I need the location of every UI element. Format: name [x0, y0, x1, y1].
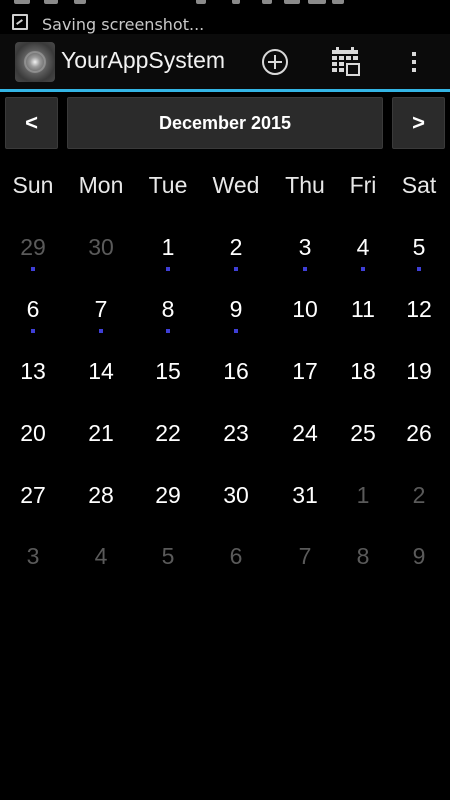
calendar-button[interactable] — [323, 39, 369, 85]
calendar-day[interactable]: 30 — [223, 482, 249, 509]
overflow-menu-button[interactable] — [391, 39, 437, 85]
calendar-day[interactable]: 30 — [88, 234, 114, 261]
calendar-day[interactable]: 9 — [230, 296, 243, 323]
status-icon-fragment — [232, 0, 240, 4]
event-dot — [234, 329, 238, 333]
weekday-label: Sun — [12, 172, 54, 198]
calendar-day[interactable]: 14 — [88, 358, 114, 385]
weekday-label: Sat — [401, 172, 437, 198]
add-button[interactable] — [252, 39, 298, 85]
weekday-label: Thu — [285, 172, 325, 198]
calendar-day[interactable]: 23 — [223, 420, 249, 447]
event-dot — [303, 267, 307, 271]
calendar-day[interactable]: 10 — [292, 296, 318, 323]
calendar-day[interactable]: 9 — [413, 543, 426, 570]
calendar-day[interactable]: 29 — [20, 234, 46, 261]
calendar-day[interactable]: 24 — [292, 420, 318, 447]
signal-icon — [308, 0, 326, 4]
calendar-day[interactable]: 12 — [406, 296, 432, 323]
app-title: YourAppSystem — [61, 47, 226, 73]
calendar-day[interactable]: 1 — [357, 482, 370, 509]
calendar-day[interactable]: 8 — [357, 543, 370, 570]
event-dot — [361, 267, 365, 271]
calendar-day[interactable]: 27 — [20, 482, 46, 509]
calendar-day[interactable]: 7 — [95, 296, 108, 323]
event-dot — [166, 267, 170, 271]
wifi-icon — [284, 0, 300, 4]
status-icon-fragment — [196, 0, 206, 4]
app-logo-icon[interactable] — [15, 42, 55, 82]
calendar-day[interactable]: 31 — [292, 482, 318, 509]
calendar-day[interactable]: 8 — [162, 296, 175, 323]
event-dot — [99, 329, 103, 333]
event-dot — [31, 267, 35, 271]
screenshot-icon — [12, 14, 28, 30]
battery-icon — [332, 0, 344, 4]
calendar-day[interactable]: 2 — [413, 482, 426, 509]
calendar-day[interactable]: 28 — [88, 482, 114, 509]
calendar-day[interactable]: 13 — [20, 358, 46, 385]
status-bar: Saving screenshot... — [0, 0, 450, 34]
weekday-label: Wed — [212, 172, 260, 198]
calendar-day[interactable]: 1 — [162, 234, 175, 261]
notification-text: Saving screenshot... — [42, 15, 205, 34]
action-bar-divider — [0, 89, 450, 92]
status-icon-fragment — [74, 0, 86, 4]
calendar-day[interactable]: 29 — [155, 482, 181, 509]
calendar-day[interactable]: 19 — [406, 358, 432, 385]
calendar-day[interactable]: 3 — [27, 543, 40, 570]
calendar-day[interactable]: 6 — [27, 296, 40, 323]
status-icon-fragment — [14, 0, 30, 4]
calendar-day[interactable]: 5 — [413, 234, 426, 261]
calendar-day[interactable]: 4 — [357, 234, 370, 261]
calendar-day[interactable]: 6 — [230, 543, 243, 570]
calendar-day[interactable]: 18 — [350, 358, 376, 385]
event-dot — [234, 267, 238, 271]
calendar-day[interactable]: 16 — [223, 358, 249, 385]
calendar-day[interactable]: 11 — [351, 296, 375, 323]
month-label-button[interactable]: December 2015 — [67, 97, 383, 149]
calendar-day[interactable]: 3 — [299, 234, 312, 261]
weekday-label: Fri — [349, 172, 377, 198]
calendar-day[interactable]: 5 — [162, 543, 175, 570]
calendar-day[interactable]: 26 — [406, 420, 432, 447]
next-month-button[interactable]: > — [392, 97, 445, 149]
overflow-menu-icon — [412, 52, 416, 72]
calendar-day[interactable]: 20 — [20, 420, 46, 447]
calendar-day[interactable]: 15 — [155, 358, 181, 385]
event-dot — [417, 267, 421, 271]
event-dot — [166, 329, 170, 333]
status-icon-fragment — [262, 0, 272, 4]
calendar-day[interactable]: 4 — [95, 543, 108, 570]
weekday-label: Mon — [78, 172, 124, 198]
calendar-day[interactable]: 7 — [299, 543, 312, 570]
calendar-day[interactable]: 22 — [155, 420, 181, 447]
calendar-day[interactable]: 2 — [230, 234, 243, 261]
prev-month-button[interactable]: < — [5, 97, 58, 149]
status-icon-fragment — [44, 0, 58, 4]
calendar-day[interactable]: 21 — [88, 420, 114, 447]
event-dot — [31, 329, 35, 333]
calendar-day[interactable]: 25 — [350, 420, 376, 447]
calendar-day[interactable]: 17 — [292, 358, 318, 385]
calendar-icon — [332, 47, 360, 76]
add-icon — [262, 49, 288, 75]
weekday-label: Tue — [148, 172, 188, 198]
action-bar: YourAppSystem — [0, 34, 450, 89]
